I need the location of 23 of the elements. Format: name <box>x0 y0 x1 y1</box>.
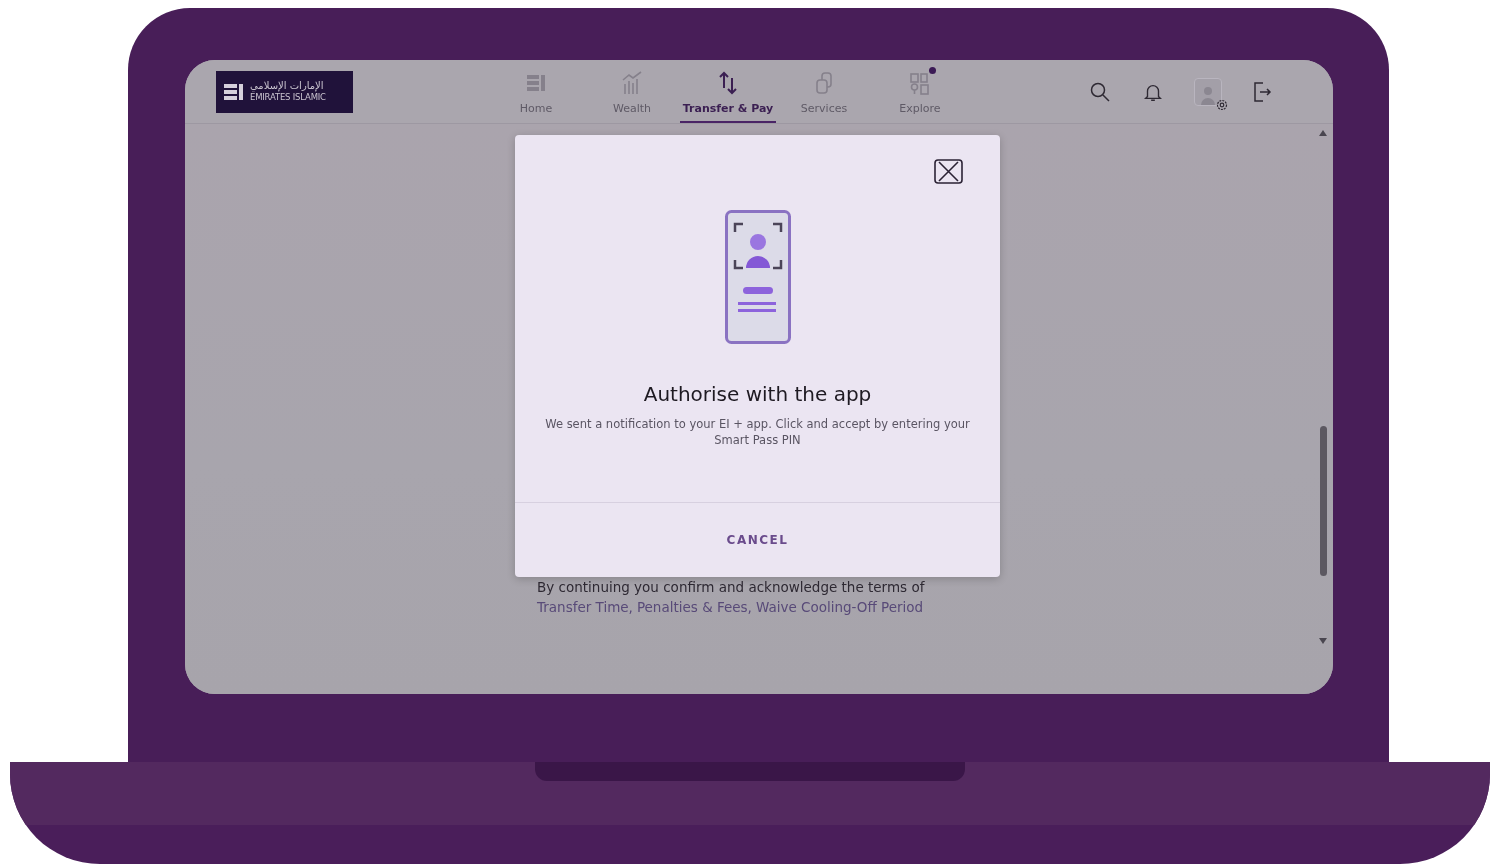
nav-tab[interactable]: Home <box>488 60 584 123</box>
logo-arabic-text: الإمارات الإسلامي <box>250 80 324 92</box>
terms-link[interactable]: Penalties & Fees, <box>636 599 752 615</box>
nav-tab[interactable]: Explore <box>872 60 968 123</box>
logout-icon <box>1252 80 1272 103</box>
dialog-title: Authorise with the app <box>643 382 872 406</box>
close-button[interactable] <box>934 159 963 184</box>
logout-button[interactable] <box>1252 80 1272 103</box>
close-icon <box>934 159 963 184</box>
settings-icon[interactable] <box>1216 98 1228 111</box>
logo-mark-icon <box>224 81 244 102</box>
scroll-down-icon[interactable] <box>1319 638 1327 644</box>
cancel-button[interactable]: CANCEL <box>686 503 829 577</box>
scroll-up-icon[interactable] <box>1319 130 1327 136</box>
terms-link[interactable]: Transfer Time, <box>537 599 633 615</box>
logo-text: EMIRATES ISLAMIC <box>250 92 326 103</box>
dialog-message: We sent a notification to your EI + app. Click and accept by entering your Smart Pass PIN <box>544 416 971 448</box>
scrollbar-thumb[interactable] <box>1319 426 1327 576</box>
terms-text: By continuing you confirm and acknowledge the terms of Transfer Time, Penalties & Fees, Waive Cooling-Off Period <box>537 578 926 617</box>
terms-link[interactable]: Waive Cooling-Off Period <box>755 599 924 615</box>
nav-tab[interactable]: Wealth <box>584 60 680 123</box>
person-silhouette-icon <box>1200 84 1216 105</box>
nav-tab[interactable]: Services <box>776 60 872 123</box>
